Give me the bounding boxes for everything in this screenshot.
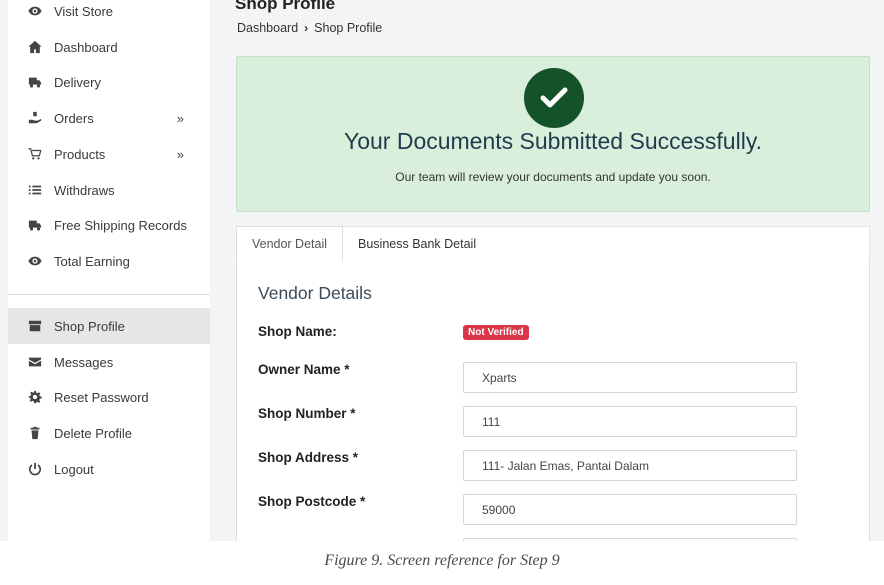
sidebar-item-delete-profile[interactable]: Delete Profile	[8, 415, 210, 451]
sidebar-item-messages[interactable]: Messages	[8, 344, 210, 380]
sidebar-item-label: Messages	[54, 354, 114, 370]
sidebar-item-label: Delete Profile	[54, 425, 133, 441]
sidebar-item-label: Reset Password	[54, 389, 149, 405]
status-badge: Not Verified	[463, 325, 529, 340]
breadcrumb: Dashboard › Shop Profile	[237, 21, 382, 35]
profile-tabs: Vendor Detail Business Bank Detail	[236, 226, 870, 261]
eye-icon	[26, 254, 44, 268]
sidebar: Visit Store Dashboard Delivery Orders » …	[8, 0, 210, 541]
sidebar-item-label: Delivery	[54, 74, 101, 90]
sidebar-item-label: Logout	[54, 461, 94, 477]
breadcrumb-dashboard-link[interactable]: Dashboard	[237, 21, 298, 35]
sidebar-item-label: Products	[54, 146, 106, 162]
tab-vendor-detail[interactable]: Vendor Detail	[236, 226, 343, 261]
power-icon	[26, 462, 44, 476]
store-icon	[26, 319, 44, 333]
screenshot: Visit Store Dashboard Delivery Orders » …	[0, 0, 884, 541]
shop-postcode-label: Shop Postcode *	[258, 494, 366, 509]
chevron-right-icon: ›	[304, 21, 309, 35]
shop-number-input[interactable]	[463, 406, 797, 437]
cart-icon	[26, 147, 44, 161]
sidebar-item-free-shipping-records[interactable]: Free Shipping Records	[8, 207, 210, 243]
owner-name-input[interactable]	[463, 362, 797, 393]
tab-business-bank-detail[interactable]: Business Bank Detail	[343, 226, 870, 261]
envelope-icon	[26, 355, 44, 369]
sidebar-item-label: Free Shipping Records	[54, 217, 187, 233]
trash-icon	[26, 426, 44, 440]
main-content: Shop Profile Dashboard › Shop Profile Yo…	[210, 0, 884, 541]
gear-icon	[26, 390, 44, 404]
check-circle-icon	[524, 68, 584, 128]
shop-address-label: Shop Address *	[258, 450, 359, 465]
alert-title: Your Documents Submitted Successfully.	[343, 128, 763, 154]
page-title: Shop Profile	[235, 0, 336, 13]
truck-icon	[26, 218, 44, 232]
section-title: Vendor Details	[258, 283, 372, 303]
shop-postcode-input[interactable]	[463, 494, 797, 525]
owner-name-label: Owner Name *	[258, 362, 350, 377]
sidebar-item-reset-password[interactable]: Reset Password	[8, 379, 210, 415]
sidebar-item-dashboard[interactable]: Dashboard	[8, 29, 210, 65]
eye-icon	[26, 4, 44, 18]
sidebar-item-label: Orders	[54, 110, 94, 126]
sidebar-item-products[interactable]: Products »	[8, 136, 210, 172]
shop-name-label: Shop Name:	[258, 324, 337, 339]
shop-address-input[interactable]	[463, 450, 797, 481]
sidebar-item-delivery[interactable]: Delivery	[8, 64, 210, 100]
breadcrumb-current: Shop Profile	[314, 21, 383, 35]
sidebar-divider	[8, 294, 210, 295]
vendor-details-panel: Vendor Details Shop Name: Not Verified O…	[236, 261, 870, 541]
chevron-double-right-icon[interactable]: »	[177, 147, 184, 162]
sidebar-item-logout[interactable]: Logout	[8, 451, 210, 487]
sidebar-item-shop-profile[interactable]: Shop Profile	[8, 308, 210, 344]
sidebar-item-label: Total Earning	[54, 253, 130, 269]
sidebar-item-label: Visit Store	[54, 3, 114, 19]
sidebar-item-total-earning[interactable]: Total Earning	[8, 243, 210, 279]
figure-caption: Figure 9. Screen reference for Step 9	[324, 552, 560, 569]
success-alert: Your Documents Submitted Successfully. O…	[236, 56, 870, 212]
sidebar-item-label: Shop Profile	[54, 318, 125, 334]
sidebar-item-label: Withdraws	[54, 182, 115, 198]
next-field-input[interactable]	[463, 538, 797, 541]
sidebar-item-orders[interactable]: Orders »	[8, 100, 210, 136]
sidebar-item-label: Dashboard	[54, 39, 118, 55]
sidebar-item-visit-store[interactable]: Visit Store	[8, 0, 210, 29]
hand-box-icon	[26, 111, 44, 125]
home-icon	[26, 40, 44, 54]
shop-number-label: Shop Number *	[258, 406, 356, 421]
chevron-double-right-icon[interactable]: »	[177, 111, 184, 126]
list-icon	[26, 183, 44, 197]
sidebar-item-withdraws[interactable]: Withdraws	[8, 172, 210, 208]
alert-message: Our team will review your documents and …	[395, 170, 711, 184]
truck-icon	[26, 75, 44, 89]
